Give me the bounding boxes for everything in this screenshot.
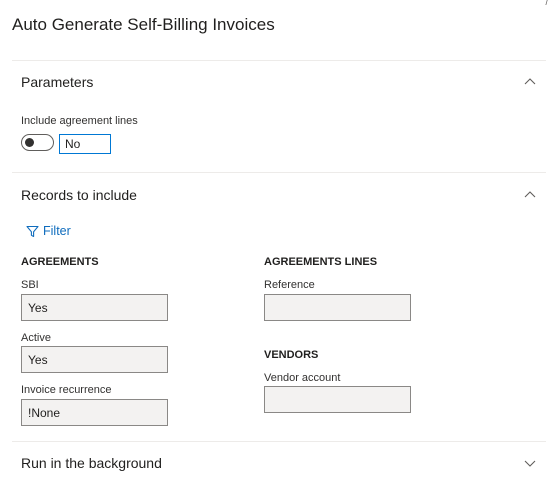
reference-field[interactable]	[264, 294, 411, 321]
active-field[interactable]: Yes	[21, 346, 168, 373]
divider	[12, 172, 546, 173]
background-section-header[interactable]: Run in the background	[21, 451, 537, 475]
agreement-lines-heading: AGREEMENTS LINES	[264, 256, 378, 268]
records-section-title: Records to include	[21, 187, 137, 203]
parameters-section-title: Parameters	[21, 74, 94, 90]
invoice-recurrence-label: Invoice recurrence	[21, 384, 112, 396]
filter-icon	[26, 225, 39, 237]
include-agreement-lines-value: No	[59, 134, 111, 154]
invoice-recurrence-field[interactable]: !None	[21, 399, 168, 426]
sbi-label: SBI	[21, 279, 39, 291]
records-section-header[interactable]: Records to include	[21, 183, 537, 207]
dialog: / Auto Generate Self-Billing Invoices Pa…	[0, 0, 560, 496]
chevron-up-icon	[524, 191, 536, 198]
divider	[12, 60, 546, 61]
agreements-heading: AGREEMENTS	[21, 256, 99, 268]
parameters-section-header[interactable]: Parameters	[21, 70, 537, 94]
sbi-field[interactable]: Yes	[21, 294, 168, 321]
vendors-heading: VENDORS	[264, 349, 319, 361]
toggle-knob	[25, 138, 34, 147]
corner-mark: /	[545, 0, 548, 7]
chevron-down-icon	[524, 460, 536, 467]
vendor-account-label: Vendor account	[264, 372, 341, 384]
vendor-account-field[interactable]	[264, 386, 411, 413]
filter-button[interactable]: Filter	[26, 222, 71, 240]
chevron-up-icon	[524, 78, 536, 85]
active-label: Active	[21, 332, 51, 344]
dialog-title: Auto Generate Self-Billing Invoices	[12, 15, 275, 34]
reference-label: Reference	[264, 279, 315, 291]
filter-label: Filter	[43, 224, 71, 238]
divider	[12, 441, 546, 442]
background-section-title: Run in the background	[21, 455, 162, 471]
include-agreement-lines-toggle[interactable]	[21, 134, 54, 151]
include-agreement-lines-label: Include agreement lines	[21, 115, 138, 127]
